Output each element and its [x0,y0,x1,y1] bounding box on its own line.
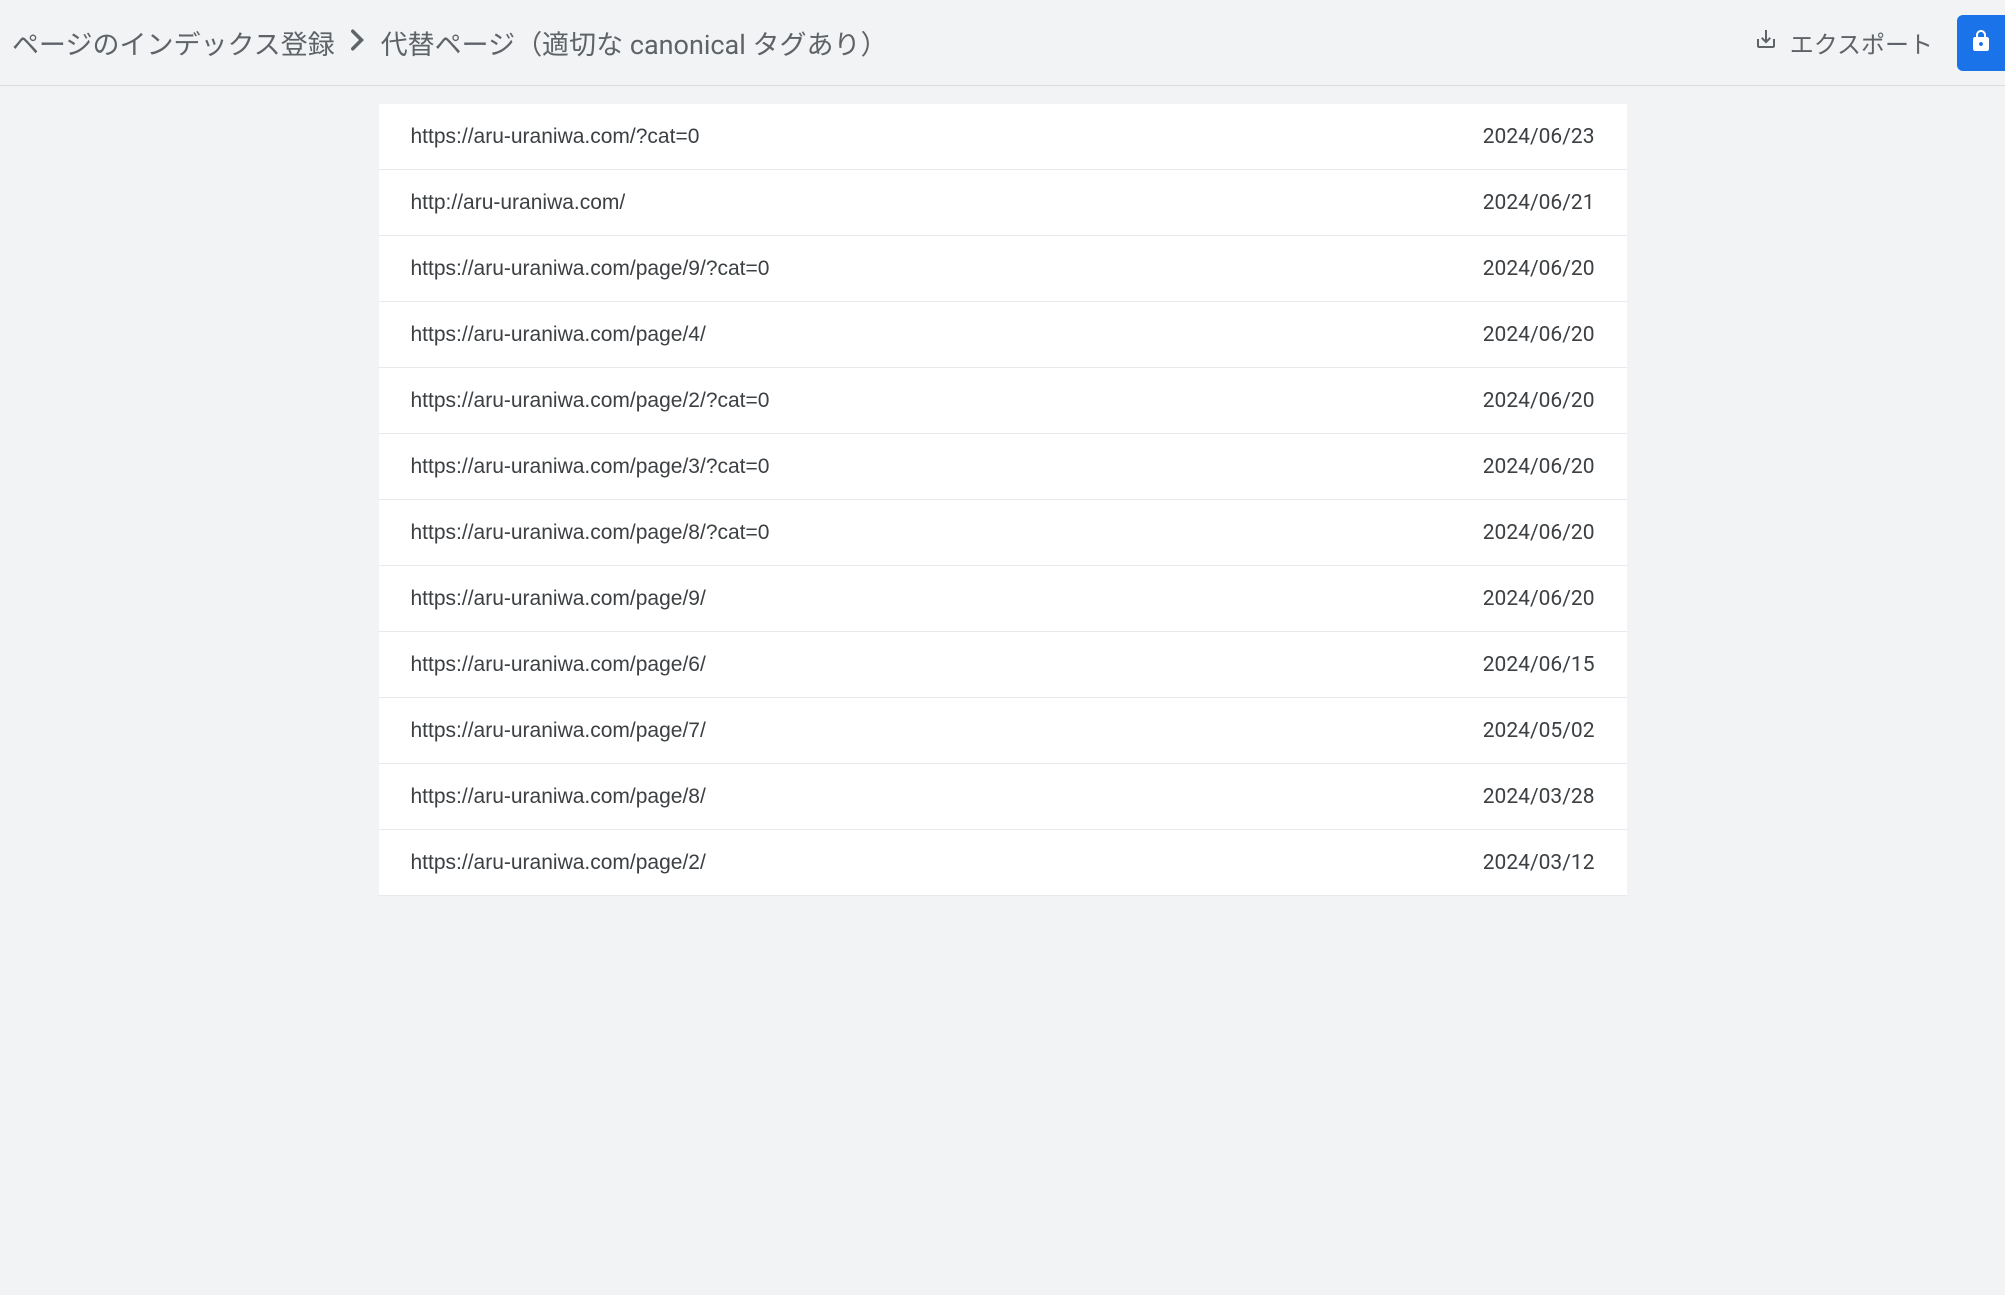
url-cell: https://aru-uraniwa.com/page/8/?cat=0 [411,521,770,545]
table-row[interactable]: https://aru-uraniwa.com/page/6/2024/06/1… [379,632,1627,698]
url-cell: https://aru-uraniwa.com/page/8/ [411,785,706,809]
header-actions: エクスポート [1754,15,1993,71]
table-row[interactable]: https://aru-uraniwa.com/page/8/?cat=0 202… [379,500,1627,566]
table-row[interactable]: https://aru-uraniwa.com/page/8/2024/03/2… [379,764,1627,830]
date-cell: 2024/05/02 [1483,719,1595,743]
lock-button[interactable] [1957,15,2005,71]
table-row[interactable]: https://aru-uraniwa.com/page/3/?cat=0 202… [379,434,1627,500]
table-row[interactable]: https://aru-uraniwa.com/page/2/2024/03/1… [379,830,1627,896]
url-cell: https://aru-uraniwa.com/page/4/ [411,323,706,347]
date-cell: 2024/06/15 [1483,653,1595,677]
date-cell: 2024/03/28 [1483,785,1595,809]
lock-icon [1969,29,1993,56]
url-table: https://aru-uraniwa.com/?cat=0 2024/06/23… [379,104,1627,896]
breadcrumb-current: 代替ページ（適切な canonical タグあり） [381,23,888,62]
url-cell: https://aru-uraniwa.com/page/2/ [411,851,706,875]
table-row[interactable]: https://aru-uraniwa.com/?cat=0 2024/06/23 [379,104,1627,170]
export-button[interactable]: エクスポート [1754,25,1933,60]
table-row[interactable]: https://aru-uraniwa.com/page/9/2024/06/2… [379,566,1627,632]
url-cell: https://aru-uraniwa.com/page/9/ [411,587,706,611]
date-cell: 2024/06/20 [1483,455,1595,479]
date-cell: 2024/06/20 [1483,323,1595,347]
export-label: エクスポート [1790,25,1933,60]
download-icon [1754,27,1778,58]
date-cell: 2024/06/23 [1483,125,1595,149]
table-row[interactable]: https://aru-uraniwa.com/page/2/?cat=0 202… [379,368,1627,434]
url-cell: https://aru-uraniwa.com/?cat=0 [411,125,700,149]
url-cell: https://aru-uraniwa.com/page/3/?cat=0 [411,455,770,479]
date-cell: 2024/06/20 [1483,587,1595,611]
date-cell: 2024/06/20 [1483,389,1595,413]
url-cell: https://aru-uraniwa.com/page/9/?cat=0 [411,257,770,281]
content-area: https://aru-uraniwa.com/?cat=0 2024/06/23… [0,86,2005,896]
page-header: ページのインデックス登録 代替ページ（適切な canonical タグあり） エ… [0,0,2005,86]
url-cell: https://aru-uraniwa.com/page/2/?cat=0 [411,389,770,413]
date-cell: 2024/03/12 [1483,851,1595,875]
chevron-right-icon [351,29,365,57]
url-cell: https://aru-uraniwa.com/page/6/ [411,653,706,677]
url-cell: https://aru-uraniwa.com/page/7/ [411,719,706,743]
date-cell: 2024/06/21 [1483,191,1595,215]
date-cell: 2024/06/20 [1483,257,1595,281]
table-row[interactable]: https://aru-uraniwa.com/page/7/2024/05/0… [379,698,1627,764]
breadcrumb: ページのインデックス登録 代替ページ（適切な canonical タグあり） [12,23,888,62]
date-cell: 2024/06/20 [1483,521,1595,545]
url-cell: http://aru-uraniwa.com/ [411,191,626,215]
table-row[interactable]: http://aru-uraniwa.com/2024/06/21 [379,170,1627,236]
table-row[interactable]: https://aru-uraniwa.com/page/4/2024/06/2… [379,302,1627,368]
table-row[interactable]: https://aru-uraniwa.com/page/9/?cat=0 202… [379,236,1627,302]
breadcrumb-parent-link[interactable]: ページのインデックス登録 [12,23,335,62]
